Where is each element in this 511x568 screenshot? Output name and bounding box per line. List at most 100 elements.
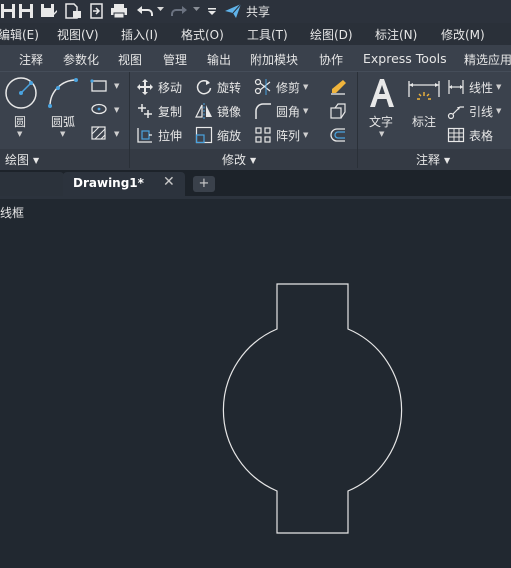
move-label: 移动 — [158, 80, 183, 95]
plot-icon[interactable] — [110, 3, 128, 19]
customize-icon[interactable] — [207, 3, 217, 19]
table-icon — [447, 127, 465, 143]
tab-annotate[interactable]: 注释 — [19, 51, 43, 68]
move-button[interactable]: 移动 — [136, 77, 182, 97]
trim-icon — [254, 78, 271, 95]
keyhole-outline[interactable] — [222, 283, 403, 534]
dimension-icon[interactable] — [406, 79, 442, 112]
rotate-icon — [196, 79, 212, 95]
tab-featured-apps[interactable]: 精选应用 — [464, 51, 511, 68]
stretch-button[interactable]: 拉伸 — [136, 125, 182, 145]
chevron-down-icon: ▼ — [303, 131, 309, 139]
menu-format[interactable]: 格式(O) — [181, 26, 224, 43]
chevron-down-icon: ▼ — [303, 107, 309, 115]
chevron-down-icon[interactable]: ▼ — [114, 82, 119, 90]
dimension-label[interactable]: 标注 — [412, 113, 436, 130]
chevron-down-icon[interactable] — [157, 7, 164, 23]
hatch-icon[interactable] — [90, 125, 108, 144]
tab-output[interactable]: 输出 — [207, 51, 231, 68]
explode-icon[interactable] — [329, 102, 347, 123]
copy-button[interactable]: 复制 — [136, 101, 182, 121]
scale-label: 缩放 — [217, 128, 242, 143]
rotate-label: 旋转 — [217, 80, 242, 95]
rotate-button[interactable]: 旋转 — [195, 77, 241, 97]
save-icon[interactable] — [0, 3, 16, 19]
arc-label[interactable]: 圆弧 — [51, 113, 75, 130]
chevron-down-icon[interactable]: ▼ — [379, 130, 384, 138]
share-icon[interactable] — [224, 3, 242, 19]
tab-parametric[interactable]: 参数化 — [63, 51, 99, 68]
menu-bar: 编辑(E) 视图(V) 插入(I) 格式(O) 工具(T) 绘图(D) 标注(N… — [0, 23, 511, 45]
leader-button[interactable]: 引线 ▼ — [447, 101, 501, 121]
table-button[interactable]: 表格 — [447, 125, 493, 145]
menu-insert[interactable]: 插入(I) — [121, 26, 158, 43]
tab-manage[interactable]: 管理 — [163, 51, 187, 68]
scale-button[interactable]: 缩放 — [195, 125, 241, 145]
copy-icon — [138, 104, 152, 118]
quick-access-toolbar: 共享 — [0, 0, 511, 23]
text-icon[interactable] — [367, 77, 397, 112]
stretch-icon — [137, 128, 152, 143]
ribbon-tab-bar: 注释 参数化 视图 管理 输出 附加模块 协作 Express Tools 精选… — [0, 45, 511, 72]
chevron-down-icon[interactable]: ▼ — [60, 130, 65, 138]
mirror-icon — [195, 103, 212, 119]
tab-view[interactable]: 视图 — [118, 51, 142, 68]
new-tab-button[interactable]: + — [193, 176, 215, 192]
leader-label: 引线 — [469, 104, 494, 119]
share-label[interactable]: 共享 — [246, 3, 270, 20]
chevron-down-icon: ▼ — [303, 83, 309, 91]
chevron-down-icon[interactable]: ▼ — [114, 106, 119, 114]
publish-icon[interactable] — [64, 3, 82, 19]
circle-label[interactable]: 圆 — [14, 113, 26, 130]
copy-label: 复制 — [158, 104, 183, 119]
array-icon — [255, 127, 271, 143]
chevron-down-icon[interactable]: ▼ — [114, 130, 119, 138]
menu-tools[interactable]: 工具(T) — [247, 26, 288, 43]
fillet-label: 圆角 — [276, 104, 301, 119]
text-label[interactable]: 文字 — [369, 113, 393, 130]
chevron-down-icon: ▼ — [496, 83, 502, 91]
linear-dimension-icon — [448, 80, 464, 94]
circle-icon[interactable] — [4, 76, 38, 113]
panel-divider — [357, 72, 358, 168]
linear-dimension-button[interactable]: 线性 ▼ — [447, 77, 501, 97]
tab-start[interactable] — [0, 172, 64, 196]
rectangle-icon[interactable] — [90, 78, 108, 97]
undo-icon[interactable] — [136, 3, 154, 19]
tab-addins[interactable]: 附加模块 — [250, 51, 298, 68]
tab-express-tools[interactable]: Express Tools — [363, 51, 447, 66]
menu-modify[interactable]: 修改(M) — [441, 26, 485, 43]
draw-panel-title[interactable]: 绘图 ▼ — [5, 151, 39, 168]
mirror-button[interactable]: 镜像 — [195, 101, 241, 121]
fillet-icon — [255, 103, 271, 119]
redo-icon[interactable] — [170, 3, 188, 19]
drawing-shape[interactable] — [0, 199, 511, 568]
array-label: 阵列 — [276, 128, 301, 143]
arc-icon[interactable] — [46, 76, 80, 113]
trim-label: 修剪 — [276, 80, 301, 95]
chevron-down-icon[interactable] — [193, 7, 200, 23]
tab-collaborate[interactable]: 协作 — [319, 51, 343, 68]
annotation-panel-title[interactable]: 注释 ▼ — [416, 151, 450, 168]
tab-drawing-label[interactable]: Drawing1* — [73, 176, 144, 190]
save-as-icon[interactable] — [40, 3, 58, 19]
export-icon[interactable] — [88, 3, 104, 19]
menu-dimension[interactable]: 标注(N) — [375, 26, 417, 43]
chevron-down-icon: ▼ — [496, 107, 502, 115]
menu-edit[interactable]: 编辑(E) — [0, 26, 39, 43]
erase-icon[interactable] — [329, 78, 347, 99]
move-icon — [137, 79, 153, 95]
menu-draw[interactable]: 绘图(D) — [310, 26, 353, 43]
ellipse-icon[interactable] — [90, 101, 108, 120]
panel-divider — [129, 72, 130, 168]
modify-panel-title[interactable]: 修改 ▼ — [222, 151, 256, 168]
fillet-button[interactable]: 圆角 ▼ — [254, 101, 308, 121]
offset-icon[interactable] — [329, 126, 347, 147]
menu-view[interactable]: 视图(V) — [57, 26, 99, 43]
save-icon[interactable] — [18, 3, 34, 19]
chevron-down-icon[interactable]: ▼ — [17, 130, 22, 138]
array-button[interactable]: 阵列 ▼ — [254, 125, 308, 145]
table-label: 表格 — [469, 128, 494, 143]
trim-button[interactable]: 修剪 ▼ — [254, 77, 308, 97]
close-icon[interactable]: ✕ — [163, 174, 175, 190]
